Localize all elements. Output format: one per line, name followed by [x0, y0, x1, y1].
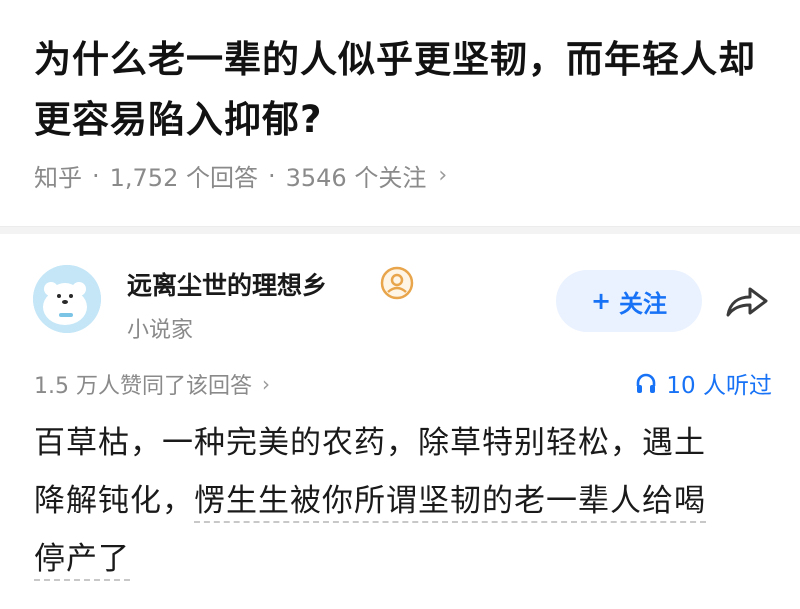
vote-count: 1.5 万人赞同了该回答: [34, 374, 252, 399]
answer-text: 降解钝化，: [34, 483, 194, 519]
author-name[interactable]: 远离尘世的理想乡: [127, 266, 327, 302]
answer-content[interactable]: 百草枯，一种完美的农药，除草特别轻松，遇土 降解钝化，愣生生被你所谓坚韧的老一辈…: [34, 414, 774, 588]
chevron-right-icon: ›: [261, 372, 270, 396]
answer-count: 1,752 个回答: [109, 164, 258, 192]
source-label: 知乎: [34, 164, 82, 192]
meta-separator: ·: [92, 161, 100, 190]
creator-badge-icon: [380, 266, 414, 300]
answer-line: 停产了: [34, 530, 774, 588]
annotated-text[interactable]: 愣生生被你所谓坚韧的老一辈人给喝: [194, 483, 706, 523]
answer-line: 百草枯，一种完美的农药，除草特别轻松，遇土: [34, 425, 706, 461]
share-arrow-icon[interactable]: [722, 281, 770, 321]
annotated-text[interactable]: 停产了: [34, 541, 130, 581]
follow-label: 关注: [619, 289, 668, 318]
question-meta[interactable]: 知乎 · 1,752 个回答 · 3546 个关注 ›: [34, 158, 447, 193]
question-title[interactable]: 为什么老一辈的人似乎更坚韧，而年轻人却更容易陷入抑郁?: [34, 30, 774, 150]
follow-button[interactable]: + 关注: [556, 270, 702, 332]
headphones-icon: [637, 373, 656, 393]
avatar[interactable]: [33, 265, 101, 333]
listen-count-button[interactable]: 10 人听过: [634, 366, 772, 400]
section-divider: [0, 226, 800, 234]
follow-count: 3546 个关注: [285, 164, 427, 192]
polar-bear-avatar-icon: [33, 265, 101, 333]
vote-summary[interactable]: 1.5 万人赞同了该回答 ›: [34, 368, 270, 400]
listen-count: 10 人听过: [666, 373, 772, 399]
plus-icon: +: [590, 287, 612, 315]
answer-page: 为什么老一辈的人似乎更坚韧，而年轻人却更容易陷入抑郁? 知乎 · 1,752 个…: [0, 0, 800, 609]
author-description: 小说家: [127, 318, 194, 343]
chevron-right-icon: ›: [438, 163, 448, 188]
answer-line: 降解钝化，愣生生被你所谓坚韧的老一辈人给喝: [34, 472, 774, 530]
meta-separator: ·: [267, 161, 276, 190]
